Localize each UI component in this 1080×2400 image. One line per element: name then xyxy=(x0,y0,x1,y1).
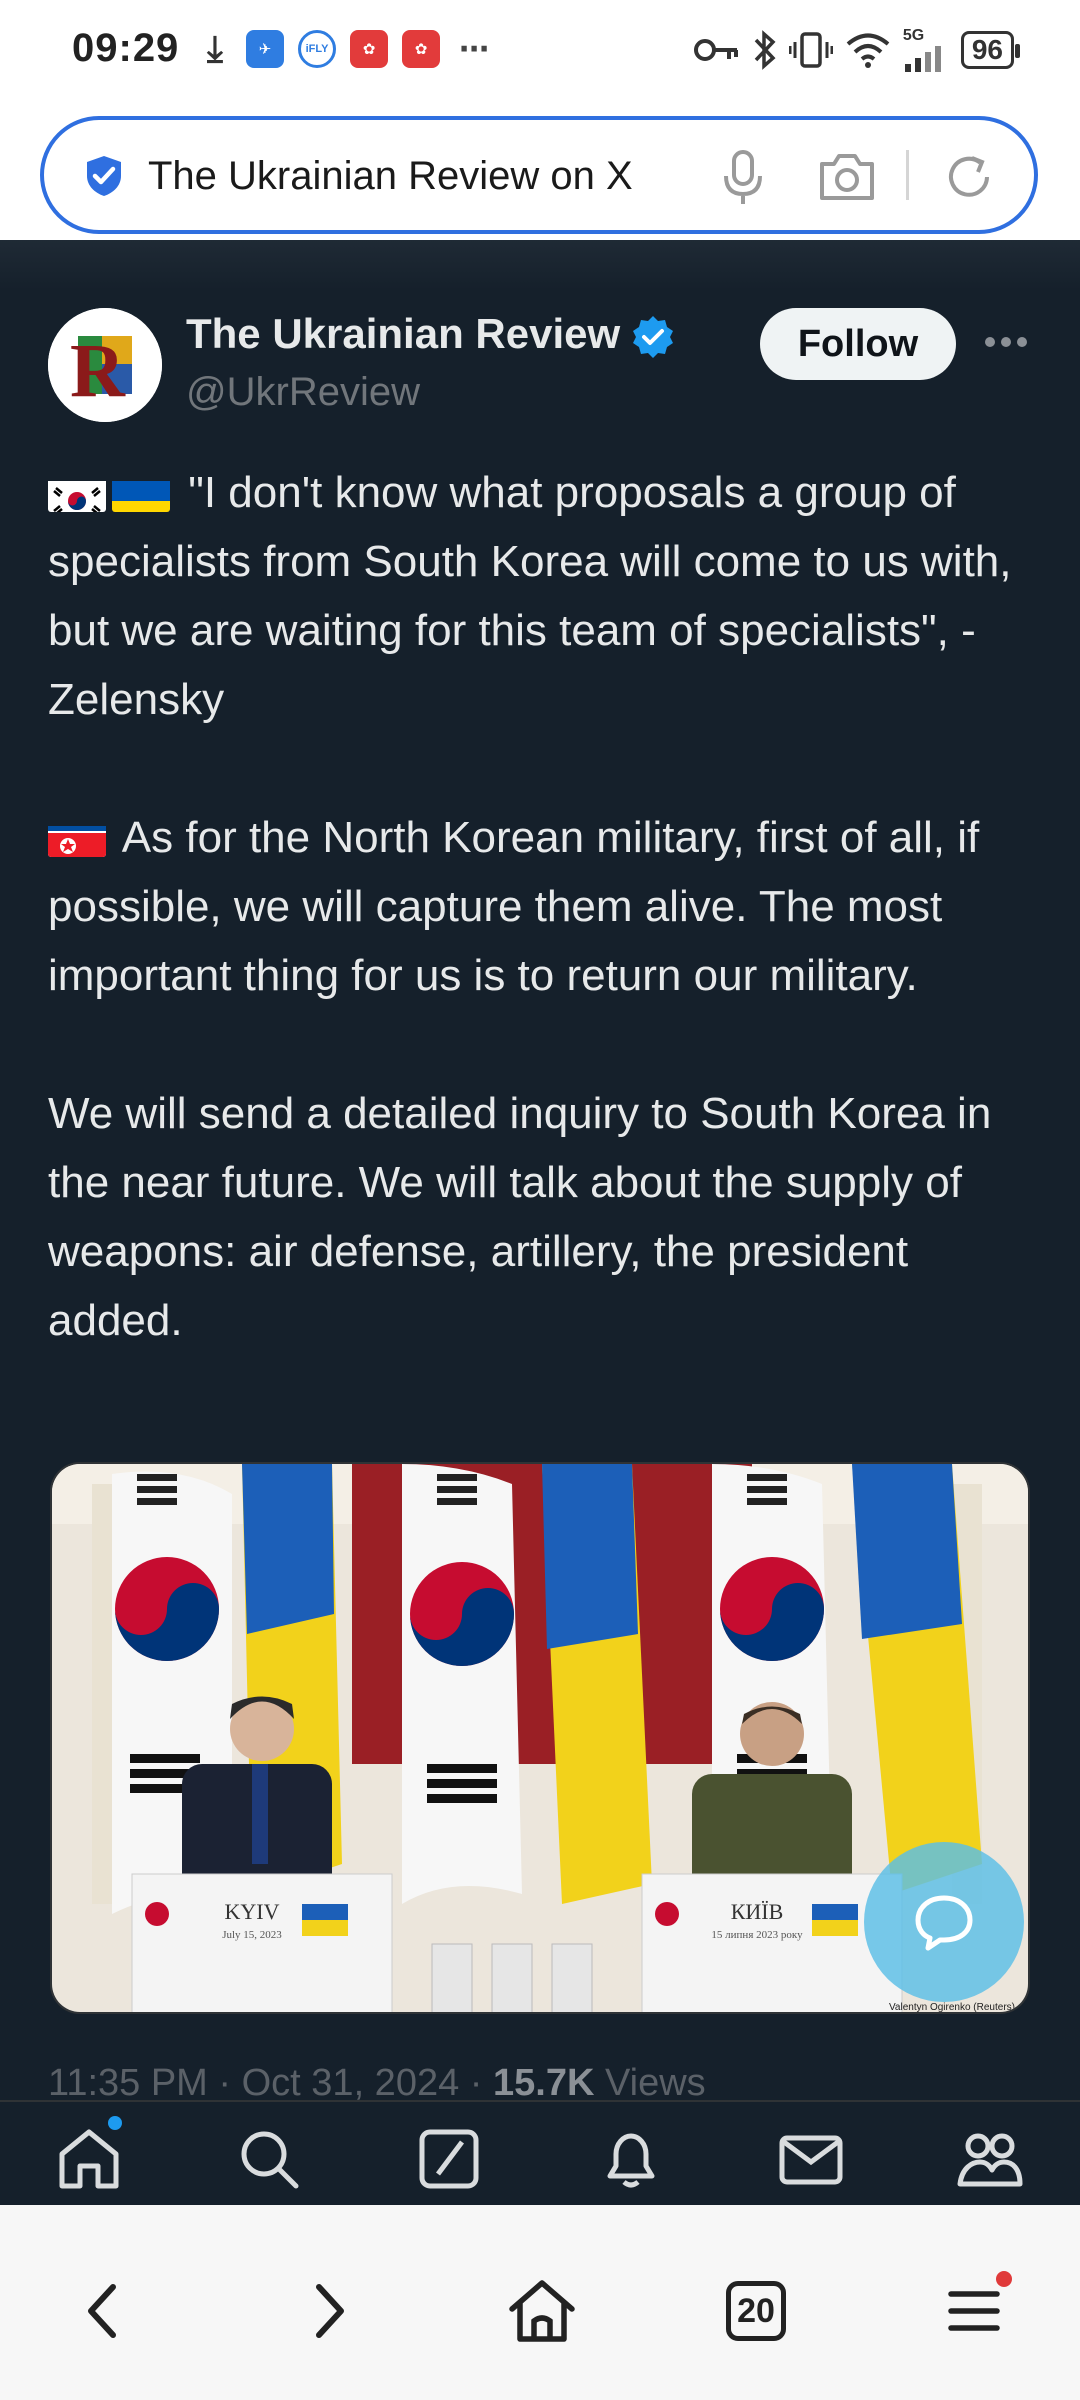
left-podium-sign: KYIV xyxy=(225,1899,280,1924)
ukraine-flag-icon xyxy=(112,472,170,512)
browser-toolbar: The Ukrainian Review on X xyxy=(0,100,1080,240)
app-notification-icon: ✈ xyxy=(246,30,284,68)
ukrainian-review-logo: R xyxy=(48,308,162,422)
right-podium-sign: КИЇВ xyxy=(731,1899,784,1924)
grok-icon xyxy=(419,2129,479,2189)
unread-indicator xyxy=(108,2116,122,2130)
battery-indicator: 96 xyxy=(960,31,1021,69)
bluetooth-icon xyxy=(754,30,776,70)
tweet-paragraph-3: We will send a detailed inquiry to South… xyxy=(48,1089,992,1345)
right-podium-date: 15 липня 2023 року xyxy=(711,1929,803,1941)
x-bottom-tabbar xyxy=(0,2100,1080,2205)
menu-icon xyxy=(948,2291,1000,2331)
forward-button[interactable] xyxy=(288,2271,368,2351)
notification-icons: ⤓ ✈ iFLY ✿ ✿ ⋯ xyxy=(198,27,494,69)
tab-notifications[interactable] xyxy=(596,2124,666,2194)
tab-grok[interactable] xyxy=(414,2124,484,2194)
status-time: 09:29 xyxy=(72,26,180,70)
tab-home[interactable] xyxy=(54,2124,124,2194)
browser-bottom-nav: 20 xyxy=(0,2205,1080,2400)
tweet-timestamp[interactable]: 11:35 PM · Oct 31, 2024 · 15.7K Views xyxy=(48,2062,706,2105)
browser-home-button[interactable] xyxy=(502,2271,582,2351)
more-options-icon[interactable] xyxy=(984,330,1028,354)
tweet-paragraph-1-text: "I don't know what proposals a group of … xyxy=(48,468,1012,724)
notifications-icon xyxy=(607,2133,655,2188)
signal-icon: 5G xyxy=(903,28,949,72)
tweet-time: 11:35 PM xyxy=(48,2062,208,2104)
svg-text:R: R xyxy=(70,329,126,413)
address-divider xyxy=(906,150,909,200)
microphone-icon[interactable] xyxy=(716,148,770,206)
tabs-button[interactable]: 20 xyxy=(716,2271,796,2351)
avatar[interactable]: R xyxy=(48,308,162,422)
secure-verified-icon[interactable] xyxy=(82,154,126,198)
left-podium-date: July 15, 2023 xyxy=(222,1929,282,1941)
tab-messages[interactable] xyxy=(776,2124,846,2194)
north-korea-flag-icon xyxy=(48,817,106,857)
system-icons: 5G 96 xyxy=(693,28,1021,72)
south-korea-flag-icon xyxy=(48,472,106,512)
messages-icon xyxy=(779,2135,843,2185)
tabs-count: 20 xyxy=(726,2281,786,2341)
tweet-paragraph-1: "I don't know what proposals a group of … xyxy=(48,458,1038,734)
menu-notification-dot xyxy=(996,2271,1012,2287)
separator: · xyxy=(218,2062,232,2104)
tab-search[interactable] xyxy=(234,2124,304,2194)
address-bar[interactable]: The Ukrainian Review on X xyxy=(40,116,1038,234)
follow-button[interactable]: Follow xyxy=(760,308,956,380)
camera-icon[interactable] xyxy=(818,150,876,204)
tweet-date: Oct 31, 2024 xyxy=(241,2062,460,2104)
chevron-left-icon xyxy=(88,2284,116,2338)
separator: · xyxy=(469,2062,483,2104)
views-count: 15.7K xyxy=(493,2062,595,2104)
more-dots-icon: ⋯ xyxy=(459,32,489,66)
refresh-icon[interactable] xyxy=(942,150,996,204)
photo-credit: Valentyn Ogirenko (Reuters) xyxy=(889,2002,1015,2013)
back-button[interactable] xyxy=(64,2271,144,2351)
author-handle[interactable]: @UkrReview xyxy=(186,370,420,415)
chevron-right-icon xyxy=(316,2284,344,2338)
key-icon xyxy=(693,39,738,61)
menu-button[interactable] xyxy=(934,2271,1014,2351)
ifly-icon: iFLY xyxy=(298,30,336,68)
tweet-paragraph-2-text: As for the North Korean military, first … xyxy=(48,813,980,1000)
wifi-icon xyxy=(846,33,890,68)
author-name[interactable]: The Ukrainian Review xyxy=(186,310,620,358)
signal-label: 5G xyxy=(902,27,925,44)
chat-bubble-icon xyxy=(915,1895,973,1951)
download-icon: ⤓ xyxy=(207,27,223,69)
search-icon xyxy=(241,2131,299,2189)
chat-bubble-button[interactable] xyxy=(864,1842,1024,2002)
tweet-paragraph-2: As for the North Korean military, first … xyxy=(48,803,1038,1010)
verified-badge-icon xyxy=(633,316,673,358)
tweet-view: R The Ukrainian Review @UkrReview Follow… xyxy=(0,240,1080,2205)
communities-icon xyxy=(957,2133,1023,2187)
views-label: Views xyxy=(604,2062,706,2104)
home-icon xyxy=(59,2129,119,2189)
status-bar: 09:29 ⤓ ✈ iFLY ✿ ✿ ⋯ 5G 96 xyxy=(0,0,1080,100)
tab-communities[interactable] xyxy=(954,2124,1024,2194)
tweet-text: "I don't know what proposals a group of … xyxy=(48,458,1038,1355)
app-notification-icon: ✿ xyxy=(402,30,440,68)
address-text[interactable]: The Ukrainian Review on X xyxy=(148,154,633,199)
home-icon xyxy=(509,2280,575,2342)
header-shade xyxy=(0,240,1080,290)
app-notification-icon: ✿ xyxy=(350,30,388,68)
vibrate-icon xyxy=(788,32,833,68)
